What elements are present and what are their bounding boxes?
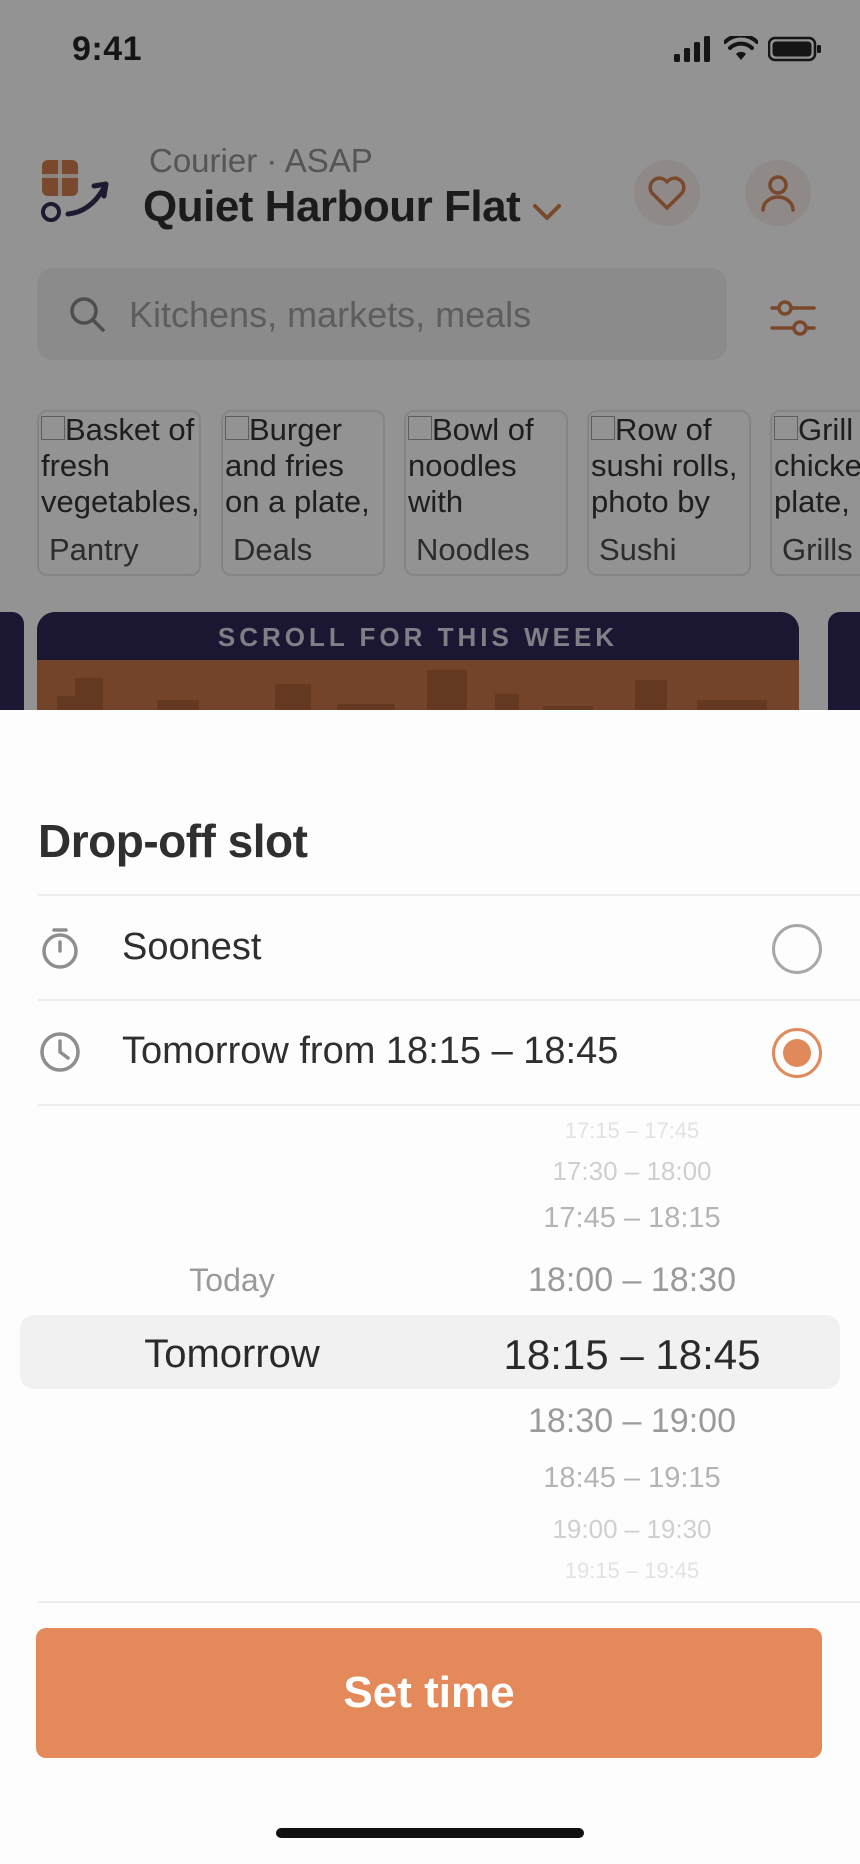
option-soonest[interactable]: Soonest	[0, 896, 860, 1000]
slot-picker[interactable]: Today Tomorrow 17:15 – 17:45 17:30 – 18:…	[0, 1106, 860, 1606]
picker-day-option[interactable]: Today	[189, 1262, 274, 1299]
picker-slot-option[interactable]: 19:00 – 19:30	[552, 1514, 711, 1545]
picker-day-option-selected[interactable]: Tomorrow	[144, 1332, 320, 1377]
picker-slot-option[interactable]: 18:30 – 19:00	[528, 1402, 736, 1441]
picker-slot-option[interactable]: 17:15 – 17:45	[565, 1118, 700, 1144]
stopwatch-icon	[42, 928, 78, 969]
option-scheduled[interactable]: Tomorrow from 18:15 – 18:45	[0, 1000, 860, 1104]
radio-soonest[interactable]	[772, 924, 822, 974]
picker-slot-option-selected[interactable]: 18:15 – 18:45	[504, 1331, 761, 1379]
set-time-button[interactable]: Set time	[36, 1628, 822, 1758]
divider	[38, 1601, 860, 1603]
picker-slot-option[interactable]: 17:30 – 18:00	[552, 1156, 711, 1187]
home-indicator[interactable]	[276, 1828, 584, 1838]
option-soonest-label: Soonest	[122, 926, 262, 968]
clock-icon	[40, 1032, 80, 1072]
picker-slot-option[interactable]: 17:45 – 18:15	[543, 1202, 720, 1235]
radio-scheduled-selected[interactable]	[772, 1028, 822, 1078]
drop-off-slot-sheet: Drop-off slot Soonest Tomorrow from 18:1…	[0, 710, 860, 1864]
picker-slot-option[interactable]: 19:15 – 19:45	[565, 1558, 700, 1584]
option-scheduled-label: Tomorrow from 18:15 – 18:45	[122, 1030, 619, 1072]
picker-slot-option[interactable]: 18:45 – 19:15	[543, 1462, 720, 1495]
sheet-title: Drop-off slot	[38, 815, 308, 867]
picker-slot-option[interactable]: 18:00 – 18:30	[528, 1261, 736, 1300]
